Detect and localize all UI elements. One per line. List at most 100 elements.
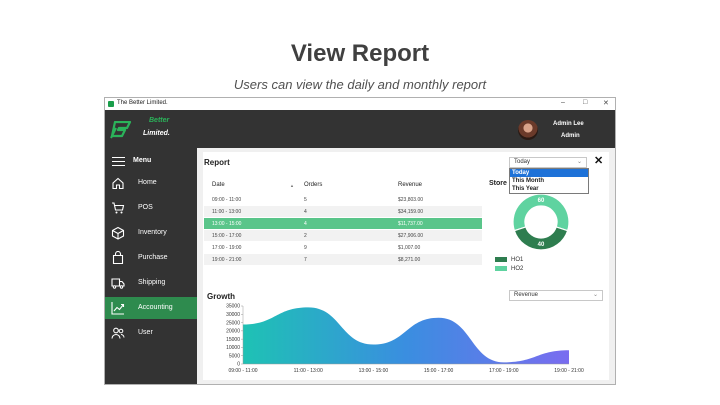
close-icon[interactable]: ✕ xyxy=(594,154,603,167)
maximize-button[interactable]: □ xyxy=(583,99,587,106)
donut-value-label: 60 xyxy=(538,198,545,204)
cell-revenue: $8,271.00 xyxy=(398,257,421,263)
table-row[interactable]: 09:00 - 11:00 5 $23,803.00 xyxy=(204,194,482,205)
cart-icon xyxy=(112,202,125,214)
y-tick-label: 20000 xyxy=(226,329,240,335)
sidebar-item-label: Inventory xyxy=(138,229,167,236)
app-logo-icon xyxy=(108,101,114,107)
cell-date: 15:00 - 17:00 xyxy=(212,233,242,239)
column-header-date[interactable]: Date xyxy=(212,182,225,188)
sidebar-item-pos[interactable]: POS xyxy=(105,197,197,219)
user-role: Admin xyxy=(561,133,580,139)
sidebar-item-inventory[interactable]: Inventory xyxy=(105,222,197,244)
cell-orders: 2 xyxy=(304,233,307,239)
cell-revenue: $23,803.00 xyxy=(398,197,424,203)
window-title: The Better Limited. xyxy=(117,100,168,106)
brand-name-line1: Better xyxy=(149,117,170,124)
table-row-selected[interactable]: 13:00 - 15:00 4 $11,737.00 xyxy=(204,218,482,229)
column-header-revenue[interactable]: Revenue xyxy=(398,182,422,188)
sidebar-item-home[interactable]: Home xyxy=(105,172,197,194)
x-tick-label: 19:00 - 21:00 xyxy=(554,368,584,374)
sidebar-item-label: Home xyxy=(138,179,157,186)
sidebar-item-label: Shipping xyxy=(138,279,166,286)
avatar[interactable] xyxy=(518,120,538,140)
x-tick-label: 13:00 - 15:00 xyxy=(359,368,389,374)
x-tick-label: 15:00 - 17:00 xyxy=(424,368,454,374)
dropdown-option-this-year[interactable]: This Year xyxy=(510,185,588,193)
table-header: Date ▲ Orders Revenue xyxy=(204,178,482,192)
legend-swatch xyxy=(495,266,507,271)
sidebar-item-user[interactable]: User xyxy=(105,322,197,344)
legend-swatch xyxy=(495,257,507,262)
sort-ascending-icon[interactable]: ▲ xyxy=(290,183,294,188)
x-tick-label: 17:00 - 19:00 xyxy=(489,368,519,374)
cell-date: 09:00 - 11:00 xyxy=(212,197,242,203)
table-row[interactable]: 11:00 - 13:00 4 $34,159.00 xyxy=(204,206,482,217)
cell-date: 19:00 - 21:00 xyxy=(212,257,242,263)
legend-label: HO2 xyxy=(511,266,524,273)
x-tick-label: 09:00 - 11:00 xyxy=(228,368,257,374)
box-icon xyxy=(111,226,125,240)
cell-orders: 5 xyxy=(304,197,307,203)
bag-icon xyxy=(112,251,124,265)
growth-title: Growth xyxy=(207,292,235,301)
legend-item-ho2: HO2 xyxy=(495,266,523,272)
y-tick-label: 25000 xyxy=(226,320,240,326)
app-window: The Better Limited. – □ ✕ Better Limited… xyxy=(104,97,616,385)
chevron-down-icon: ⌄ xyxy=(592,292,598,298)
sidebar: Menu Home POS Inventory Purchase Shippin… xyxy=(105,148,197,384)
sidebar-item-purchase[interactable]: Purchase xyxy=(105,247,197,269)
cell-orders: 4 xyxy=(304,221,307,227)
sidebar-item-label: User xyxy=(138,329,153,336)
app-header: Better Limited. Admin Lee Admin xyxy=(105,110,615,148)
cell-revenue: $27,906.00 xyxy=(398,233,424,239)
cell-orders: 4 xyxy=(304,209,307,215)
period-select-value: Today xyxy=(514,159,531,165)
slide-title: View Report xyxy=(290,40,430,67)
dropdown-option-today[interactable]: Today xyxy=(510,169,588,177)
column-header-orders[interactable]: Orders xyxy=(304,182,322,188)
metric-select[interactable]: Revenue ⌄ xyxy=(509,290,603,301)
close-window-button[interactable]: ✕ xyxy=(603,99,609,107)
y-tick-label: 5000 xyxy=(229,353,240,359)
slide-subtitle: Users can view the daily and monthly rep… xyxy=(233,77,487,92)
y-tick-label: 15000 xyxy=(226,337,240,343)
cell-revenue: $11,737.00 xyxy=(398,221,423,227)
y-tick-label: 30000 xyxy=(226,312,240,318)
menu-label: Menu xyxy=(133,157,152,164)
users-icon xyxy=(111,327,125,339)
table-row[interactable]: 15:00 - 17:00 2 $27,906.00 xyxy=(204,230,482,241)
cell-date: 11:00 - 13:00 xyxy=(212,209,242,215)
y-tick-label: 10000 xyxy=(226,345,240,351)
window-titlebar: The Better Limited. – □ ✕ xyxy=(105,98,615,110)
growth-panel: Growth Revenue ⌄ 0 5000 10000 15000 20000 250… xyxy=(203,288,609,380)
sidebar-item-label: Accounting xyxy=(138,304,173,311)
cell-orders: 9 xyxy=(304,245,307,251)
brand-name-line2: Limited. xyxy=(143,130,170,137)
report-title: Report xyxy=(204,158,230,167)
period-select[interactable]: Today ⌄ xyxy=(509,157,587,168)
y-tick-label: 35000 xyxy=(226,304,240,310)
dropdown-option-this-month[interactable]: This Month xyxy=(510,177,588,185)
menu-toggle[interactable]: Menu xyxy=(105,154,197,168)
table-row[interactable]: 17:00 - 19:00 9 $1,007.00 xyxy=(204,242,482,253)
x-tick-label: 11:00 - 13:00 xyxy=(294,368,323,374)
chevron-down-icon: ⌄ xyxy=(576,159,582,165)
legend-item-ho1: HO1 xyxy=(495,257,523,263)
home-icon xyxy=(112,177,124,190)
trend-icon xyxy=(111,302,125,315)
sidebar-item-accounting[interactable]: Accounting xyxy=(105,297,197,319)
cell-revenue: $1,007.00 xyxy=(398,245,421,251)
sidebar-item-shipping[interactable]: Shipping xyxy=(105,272,197,294)
cell-orders: 7 xyxy=(304,257,307,263)
sidebar-item-label: POS xyxy=(138,204,153,211)
table-row[interactable]: 19:00 - 21:00 7 $8,271.00 xyxy=(204,254,482,265)
legend-label: HO1 xyxy=(511,257,524,264)
cell-date: 17:00 - 19:00 xyxy=(212,245,242,251)
cell-revenue: $34,159.00 xyxy=(398,209,424,215)
hamburger-icon xyxy=(112,157,125,166)
user-name: Admin Lee xyxy=(553,121,584,127)
minimize-button[interactable]: – xyxy=(561,99,565,106)
store-donut-chart: 60 40 xyxy=(512,193,570,251)
store-title: Store xyxy=(489,180,507,187)
